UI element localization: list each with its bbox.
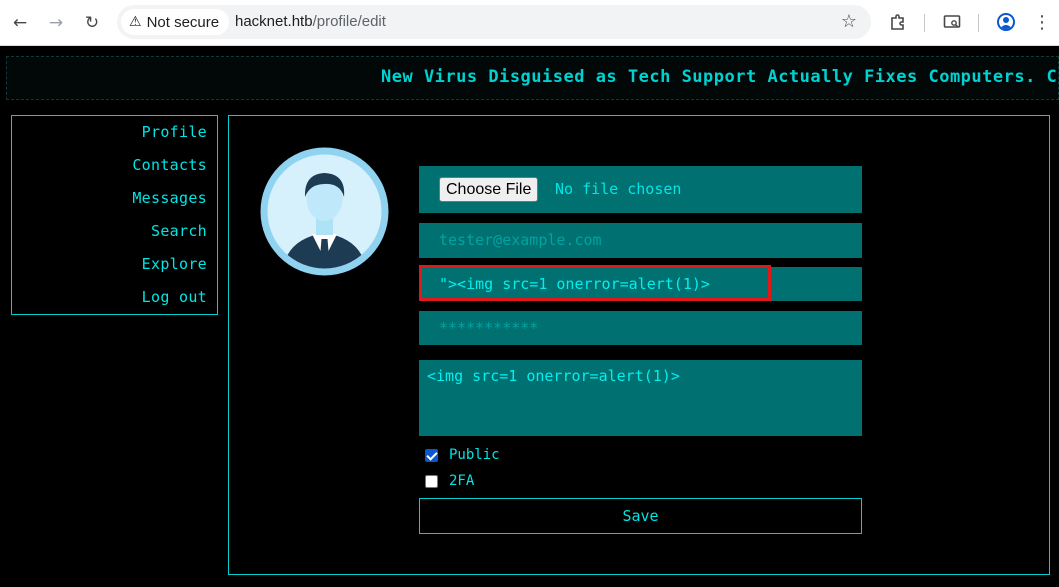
twofa-checkbox[interactable] bbox=[425, 474, 438, 488]
security-label: Not secure bbox=[146, 13, 220, 31]
reload-icon[interactable]: ↻ bbox=[80, 11, 104, 35]
password-placeholder: *********** bbox=[439, 319, 539, 337]
url-path: /profile/edit bbox=[312, 13, 386, 30]
sidebar-item-contacts[interactable]: Contacts bbox=[132, 156, 207, 174]
sidebar-item-profile[interactable]: Profile bbox=[142, 123, 207, 141]
bio-value: <img src=1 onerror=alert(1)> bbox=[427, 367, 680, 385]
save-button[interactable]: Save bbox=[419, 498, 862, 534]
kebab-menu-icon[interactable]: ⋮ bbox=[1030, 10, 1054, 34]
profile-edit-panel: Choose File No file chosen tester@exampl… bbox=[228, 115, 1050, 575]
display-name-input[interactable]: "><img src=1 onerror=alert(1)> bbox=[419, 267, 862, 301]
url-text[interactable]: hacknet.htb/profile/edit bbox=[235, 13, 386, 30]
twofa-option: 2FA bbox=[425, 473, 474, 489]
forward-arrow-icon[interactable]: → bbox=[44, 11, 68, 35]
security-chip[interactable]: ⚠ Not secure bbox=[121, 9, 230, 35]
password-input[interactable]: *********** bbox=[419, 311, 862, 345]
choose-file-button[interactable]: Choose File bbox=[439, 177, 539, 202]
sidebar-item-logout[interactable]: Log out bbox=[142, 288, 207, 306]
profile-avatar-icon[interactable] bbox=[994, 10, 1018, 34]
toolbar-divider bbox=[924, 14, 925, 32]
user-avatar-icon bbox=[260, 147, 389, 276]
twofa-label: 2FA bbox=[449, 473, 475, 489]
extensions-puzzle-icon[interactable] bbox=[886, 10, 910, 34]
news-ticker: New Virus Disguised as Tech Support Actu… bbox=[6, 56, 1059, 100]
public-option: Public bbox=[425, 447, 500, 463]
avatar-file-field: Choose File No file chosen bbox=[419, 166, 862, 213]
file-status-text: No file chosen bbox=[555, 180, 682, 198]
display-name-value: "><img src=1 onerror=alert(1)> bbox=[439, 275, 710, 293]
browser-toolbar: ← → ↻ ⚠ Not secure hacknet.htb/profile/e… bbox=[0, 0, 1059, 46]
ticker-text: New Virus Disguised as Tech Support Actu… bbox=[381, 67, 1059, 87]
cast-screen-icon[interactable] bbox=[940, 10, 964, 34]
warning-triangle-icon: ⚠ bbox=[129, 14, 142, 30]
sidebar-nav: Profile Contacts Messages Search Explore… bbox=[11, 115, 218, 315]
sidebar-item-explore[interactable]: Explore bbox=[142, 255, 207, 273]
sidebar-item-messages[interactable]: Messages bbox=[132, 189, 207, 207]
sidebar-item-search[interactable]: Search bbox=[151, 222, 207, 240]
toolbar-divider bbox=[978, 14, 979, 32]
email-placeholder: tester@example.com bbox=[439, 231, 602, 249]
email-input[interactable]: tester@example.com bbox=[419, 223, 862, 258]
bookmark-star-icon[interactable]: ☆ bbox=[841, 11, 857, 32]
public-checkbox[interactable] bbox=[425, 448, 438, 462]
back-arrow-icon[interactable]: ← bbox=[8, 11, 32, 35]
public-label: Public bbox=[449, 447, 500, 463]
url-host: hacknet.htb bbox=[235, 13, 313, 30]
bio-textarea[interactable]: <img src=1 onerror=alert(1)> bbox=[419, 360, 862, 436]
address-bar[interactable]: ⚠ Not secure hacknet.htb/profile/edit ☆ bbox=[117, 5, 871, 39]
